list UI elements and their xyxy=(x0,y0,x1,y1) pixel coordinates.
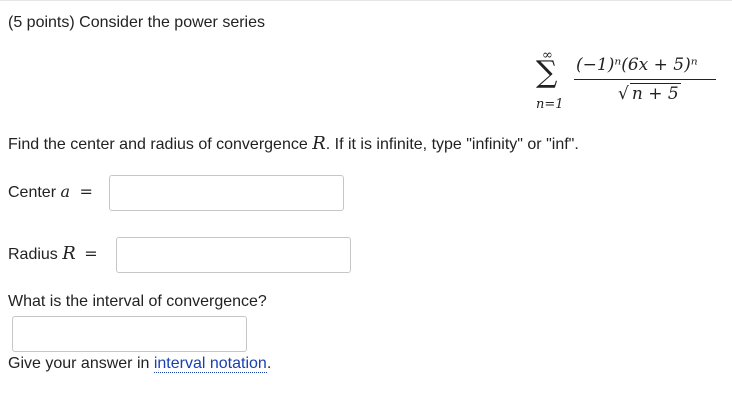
radicand: n + 5 xyxy=(629,83,681,104)
radius-label-group: Radius R = xyxy=(8,243,98,264)
interval-notation-link[interactable]: interval notation xyxy=(153,355,267,373)
radius-label: Radius xyxy=(8,246,63,263)
instruction-symbol-r: R xyxy=(312,133,326,154)
hint-prefix: Give your answer in xyxy=(8,355,154,372)
center-label-group: Center a = xyxy=(8,182,93,202)
radical-symbol: √ xyxy=(618,84,629,104)
fraction-bar xyxy=(574,79,716,80)
series-fraction: (−1)ⁿ(6x + 5)ⁿ √ n + 5 xyxy=(574,55,716,104)
instruction-text: Find the center and radius of convergenc… xyxy=(8,133,579,154)
hint-suffix: . xyxy=(266,355,272,372)
top-divider xyxy=(0,0,732,1)
series-numerator: (−1)ⁿ(6x + 5)ⁿ xyxy=(576,55,698,75)
instruction-prefix: Find the center and radius of convergenc… xyxy=(8,136,313,153)
radius-equals: = xyxy=(84,244,98,263)
instruction-suffix: . If it is infinite, type "infinity" or … xyxy=(325,136,579,153)
sum-symbol: ∑ xyxy=(536,55,558,90)
radius-input[interactable] xyxy=(116,237,351,273)
interval-input[interactable] xyxy=(12,316,247,352)
center-input[interactable] xyxy=(109,175,344,211)
interval-question: What is the interval of convergence? xyxy=(8,293,267,310)
center-equals: = xyxy=(79,182,93,201)
center-label: Center xyxy=(8,184,61,201)
series-denominator: √ n + 5 xyxy=(574,83,716,104)
center-variable: a xyxy=(60,182,71,201)
problem-header: (5 points) Consider the power series xyxy=(8,14,266,31)
interval-hint: Give your answer in interval notation. xyxy=(8,355,271,373)
sum-lower-limit: n=1 xyxy=(536,97,564,112)
radius-variable: R xyxy=(62,243,76,264)
